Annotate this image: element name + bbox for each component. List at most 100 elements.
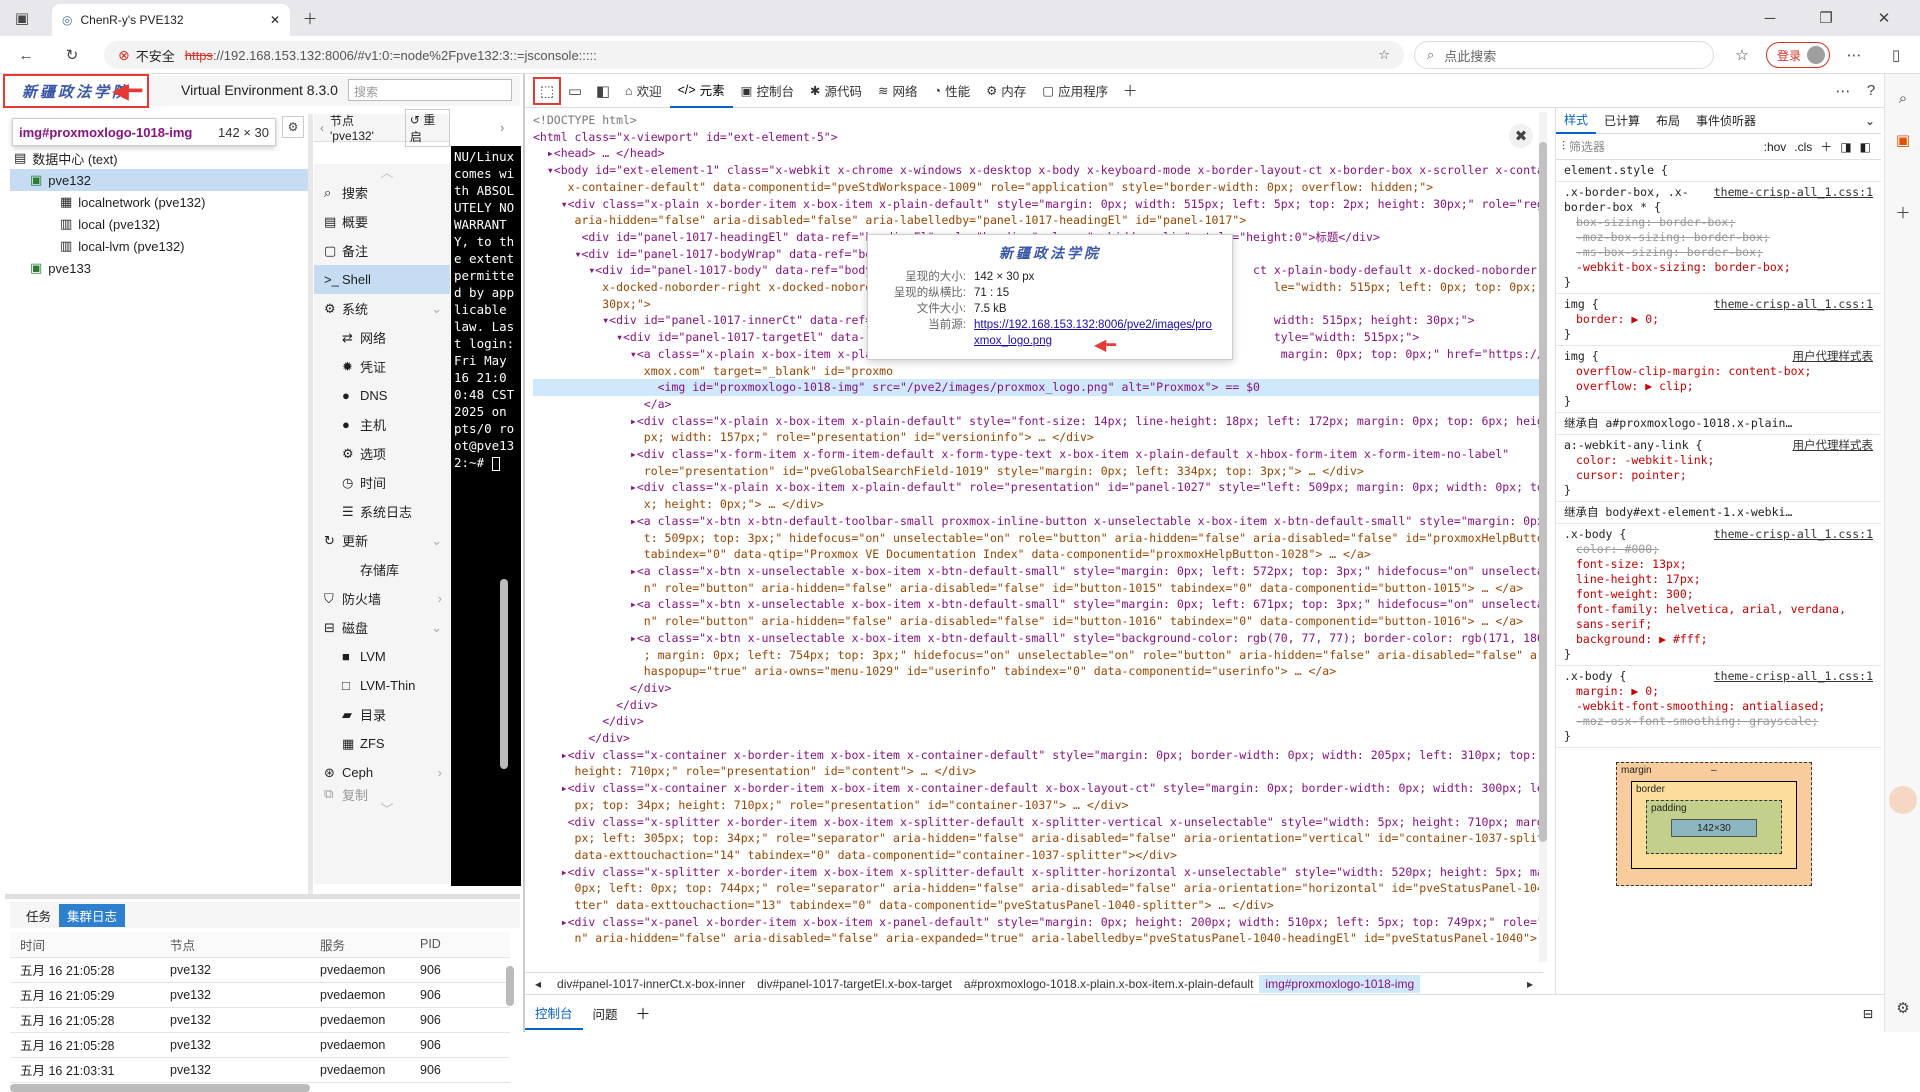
menu-shell[interactable]: >_ Shell — [314, 265, 450, 294]
breadcrumb-item[interactable]: div#panel-1017-innerCt.x-box-inner — [551, 977, 751, 991]
style-property[interactable]: font-family: helvetica, arial, verdana, … — [1564, 602, 1873, 632]
style-property[interactable]: font-size: 13px; — [1564, 557, 1873, 572]
chevron-down-icon[interactable]: ⌄ — [1865, 114, 1881, 128]
help-icon[interactable]: ? — [1857, 77, 1885, 105]
menu-directory[interactable]: ▰ 目录 — [314, 700, 450, 729]
log-vertical-scrollbar[interactable] — [506, 966, 514, 1006]
reload-icon[interactable]: ↻ — [58, 41, 86, 69]
menu-firewall[interactable]: ⛉ 防火墙 › — [314, 584, 450, 613]
table-row[interactable]: 五月 16 21:05:28 pve132 pvedaemon 906 — [10, 1007, 510, 1033]
rule-source-link[interactable]: theme-crisp-all_1.css:1 — [1714, 185, 1873, 200]
tab-welcome[interactable]: ⌂ 欢迎 — [617, 74, 670, 108]
dom-line[interactable]: <!DOCTYPE html> — [533, 112, 1543, 129]
tree-item-localnetwork[interactable]: ▦ localnetwork (pve132) — [10, 191, 308, 213]
log-horizontal-scrollbar[interactable] — [10, 1084, 310, 1092]
dom-line[interactable]: x-container-default" data-componentid="p… — [533, 179, 1543, 196]
dom-line[interactable]: x; height: 0px;"> … </div> — [533, 496, 1543, 513]
splitter-horizontal[interactable] — [5, 894, 520, 899]
new-tab-icon[interactable]: ＋ — [296, 4, 324, 32]
dom-line[interactable]: px; left: 305px; top: 34px;" role="separ… — [533, 830, 1543, 847]
tree-item-pve132[interactable]: ▣ pve132 — [10, 169, 308, 191]
close-window-icon[interactable]: ✕ — [1870, 4, 1898, 32]
tab-network[interactable]: ≋ 网络 — [870, 74, 926, 108]
rule-source-link[interactable]: theme-crisp-all_1.css:1 — [1714, 527, 1873, 542]
style-property[interactable]: line-height: 17px; — [1564, 572, 1873, 587]
menu-hosts[interactable]: ● 主机 — [314, 410, 450, 439]
dom-line-selected[interactable]: <img id="proxmoxlogo-1018-img" src="/pve… — [533, 379, 1543, 396]
menu-ceph[interactable]: ⊛ Ceph › — [314, 758, 450, 787]
dom-line[interactable]: px; top: 34px; height: 710px;" role="pre… — [533, 797, 1543, 814]
device-emulation-icon[interactable]: ▭ — [561, 77, 589, 105]
dom-line[interactable]: ▸<div class="x-splitter x-border-item x-… — [533, 864, 1543, 881]
splitter-vertical[interactable] — [308, 114, 313, 894]
style-rule[interactable]: theme-crisp-all_1.css:1 img {border: ▶ 0;… — [1556, 294, 1881, 346]
menu-disks[interactable]: ⊟ 磁盘 ⌄ — [314, 613, 450, 642]
add-rule-icon[interactable]: ＋ — [1816, 138, 1836, 155]
chevron-right-icon[interactable]: › — [500, 120, 504, 135]
column-header-service[interactable]: 服务 — [310, 932, 410, 958]
favorite-star-icon[interactable]: ☆ — [1378, 47, 1390, 63]
back-icon[interactable]: ← — [12, 41, 40, 69]
add-icon[interactable]: ＋ — [1889, 198, 1917, 226]
tab-application[interactable]: ▢ 应用程序 — [1034, 74, 1116, 108]
rule-source-link[interactable]: theme-crisp-all_1.css:1 — [1714, 669, 1873, 684]
tab-performance[interactable]: ◔ 性能 — [926, 74, 979, 108]
style-property[interactable]: border: ▶ 0; — [1564, 312, 1873, 327]
hov-button[interactable]: :hov — [1760, 140, 1791, 154]
close-tab-icon[interactable]: ✕ — [270, 13, 280, 27]
tab-event-listeners[interactable]: 事件侦听器 — [1688, 108, 1764, 133]
more-icon[interactable]: ⋯ — [1829, 77, 1857, 105]
menu-dns[interactable]: ● DNS — [314, 381, 450, 410]
dom-line[interactable]: 0px; left: 0px; top: 744px;" role="separ… — [533, 880, 1543, 897]
tab-sources[interactable]: ✱ 源代码 — [802, 74, 870, 108]
dom-line[interactable]: ▸<a class="x-btn x-btn-default-toolbar-s… — [533, 513, 1543, 530]
dom-line[interactable]: ▸<div class="x-panel x-border-item x-box… — [533, 914, 1543, 931]
style-property[interactable]: background: ▶ #fff; — [1564, 632, 1873, 647]
dom-line[interactable]: ▾<body id="ext-element-1" class="x-webki… — [533, 162, 1543, 179]
dom-line[interactable]: </div> — [533, 730, 1543, 747]
dom-line[interactable]: ; margin: 0px; left: 754px; top: 3px;" h… — [533, 647, 1543, 664]
table-row[interactable]: 五月 16 21:05:28 pve132 pvedaemon 906 — [10, 957, 510, 983]
chevron-right-icon[interactable]: ▸ — [1517, 977, 1543, 991]
tab-cluster-log[interactable]: 集群日志 — [59, 903, 126, 927]
style-property[interactable]: color: #000; — [1564, 542, 1873, 557]
reboot-button[interactable]: ↺ 重启 — [404, 108, 450, 147]
browser-tab[interactable]: ◎ ChenR-y's PVE132 ✕ — [52, 4, 290, 36]
tab-styles[interactable]: 样式 — [1556, 108, 1597, 134]
style-property[interactable]: font-weight: 300; — [1564, 587, 1873, 602]
minimize-icon[interactable]: ─ — [1756, 4, 1784, 32]
style-rule[interactable]: 用户代理样式表 img {overflow-clip-margin: conten… — [1556, 346, 1881, 413]
tab-actions-icon[interactable]: ▣ — [8, 4, 36, 32]
chevron-left-icon[interactable]: ◂ — [525, 977, 551, 991]
dom-line[interactable]: ▸<a class="x-btn x-unselectable x-box-it… — [533, 596, 1543, 613]
menu-search[interactable]: ⌕ 搜索 — [314, 178, 450, 207]
menu-network[interactable]: ⇄ 网络 — [314, 323, 450, 352]
menu-notes[interactable]: ▢ 备注 — [314, 236, 450, 265]
style-property[interactable]: overflow-clip-margin: content-box; — [1564, 364, 1873, 379]
dom-line[interactable]: n" role="button" aria-hidden="false" ari… — [533, 613, 1543, 630]
more-icon[interactable]: ⋯ — [1840, 41, 1868, 69]
shell-terminal[interactable]: NU/Linux comes with ABSOLUTELY NO WARRAN… — [451, 146, 521, 886]
dom-line[interactable]: <div class="x-splitter x-border-item x-b… — [533, 814, 1543, 831]
menu-zfs[interactable]: ▦ ZFS — [314, 729, 450, 758]
add-tab-icon[interactable]: ＋ — [1116, 77, 1144, 105]
style-property[interactable]: overflow: ▶ clip; — [1564, 379, 1873, 394]
breadcrumb-item[interactable]: img#proxmoxlogo-1018-img — [1259, 974, 1421, 993]
dom-line[interactable]: <html class="x-viewport" id="ext-element… — [533, 129, 1543, 146]
dom-line[interactable]: ▸<head> … </head> — [533, 145, 1543, 162]
table-row[interactable]: 五月 16 21:05:28 pve132 pvedaemon 906 — [10, 1032, 510, 1058]
style-rule[interactable]: theme-crisp-all_1.css:1 .x-border-box, .x… — [1556, 182, 1881, 294]
gear-icon[interactable]: ⚙ — [282, 116, 304, 138]
style-property[interactable]: -webkit-font-smoothing: antialiased; — [1564, 699, 1873, 714]
close-overlay-icon[interactable]: ✖ — [1509, 124, 1533, 148]
tree-item-local[interactable]: ▥ local (pve132) — [10, 213, 308, 235]
menu-lvm[interactable]: ■ LVM — [314, 642, 450, 671]
dom-line[interactable]: aria-hidden="false" aria-disabled="false… — [533, 212, 1543, 229]
drawer-tab-issues[interactable]: 问题 — [583, 998, 628, 1029]
style-property[interactable]: cursor: pointer; — [1564, 468, 1873, 483]
dom-line[interactable]: </div> — [533, 713, 1543, 730]
styles-filter-input[interactable]: 筛选器 — [1569, 138, 1719, 155]
rule-source-link[interactable]: theme-crisp-all_1.css:1 — [1714, 297, 1873, 312]
style-rule[interactable]: 用户代理样式表 a:-webkit-any-link {color: -webki… — [1556, 435, 1881, 502]
browser-search-field[interactable]: ⌕ 点此搜索 — [1414, 41, 1714, 69]
